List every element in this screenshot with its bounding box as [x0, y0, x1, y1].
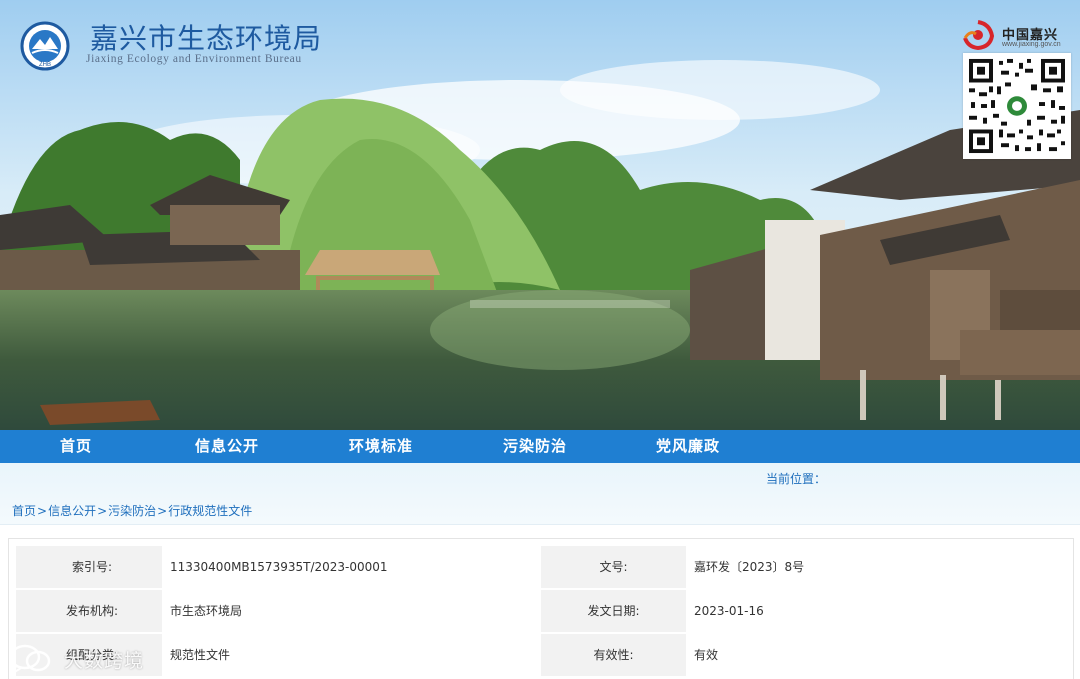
breadcrumb-pollution-control[interactable]: 污染防治	[108, 504, 156, 518]
publisher-value: 市生态环境局	[162, 590, 532, 632]
index-number-label: 索引号:	[16, 546, 168, 588]
current-location-label: 当前位置：	[766, 472, 827, 486]
bureau-emblem-icon: ZHB	[20, 21, 70, 71]
validity-label: 有效性:	[541, 634, 686, 676]
site-title[interactable]: 嘉兴市生态环境局	[90, 17, 322, 57]
site-subtitle: Jiaxing Ecology and Environment Bureau	[86, 53, 302, 65]
watermark-text: 大数跨境	[64, 650, 145, 672]
breadcrumb-separator: >	[37, 504, 48, 518]
breadcrumb-home[interactable]: 首页	[12, 504, 36, 518]
gov-logo-domain: www.jiaxing.gov.cn	[1002, 41, 1061, 48]
document-number-label: 文号:	[541, 546, 686, 588]
breadcrumb-separator: >	[157, 504, 168, 518]
nav-item-info-disclosure[interactable]: 信息公开	[195, 430, 259, 463]
watermark: 大数跨境	[8, 640, 148, 676]
breadcrumb: 首页>信息公开>污染防治>行政规范性文件	[12, 502, 252, 519]
breadcrumb-normative-documents[interactable]: 行政规范性文件	[168, 504, 252, 518]
publisher-label: 发布机构:	[16, 590, 168, 632]
breadcrumb-separator: >	[97, 504, 108, 518]
header-banner: ZHB 嘉兴市生态环境局 Jiaxing Ecology and Environ…	[0, 0, 1080, 430]
document-info-table: 索引号: 11330400MB1573935T/2023-00001 文号: 嘉…	[8, 538, 1074, 679]
main-nav: 首页 信息公开 环境标准 污染防治 党风廉政	[0, 430, 1080, 463]
validity-value: 有效	[686, 634, 1066, 676]
document-number-value: 嘉环发〔2023〕8号	[686, 546, 1066, 588]
issue-date-value: 2023-01-16	[686, 590, 1066, 632]
chat-bubble-icon	[9, 644, 51, 676]
index-number-value: 11330400MB1573935T/2023-00001	[162, 546, 532, 588]
nav-item-pollution-control[interactable]: 污染防治	[503, 430, 567, 463]
qr-code-icon	[963, 53, 1071, 159]
emblem-letters: ZHB	[39, 62, 51, 68]
category-value: 规范性文件	[162, 634, 532, 676]
jiaxing-gov-mark-icon	[963, 20, 994, 50]
china-jiaxing-logo[interactable]: 中国嘉兴 www.jiaxing.gov.cn	[962, 20, 1074, 50]
nav-item-party-integrity[interactable]: 党风廉政	[656, 430, 720, 463]
issue-date-label: 发文日期:	[541, 590, 686, 632]
nav-item-home[interactable]: 首页	[60, 430, 92, 463]
nav-item-environment-standards[interactable]: 环境标准	[349, 430, 413, 463]
breadcrumb-info-disclosure[interactable]: 信息公开	[48, 504, 96, 518]
